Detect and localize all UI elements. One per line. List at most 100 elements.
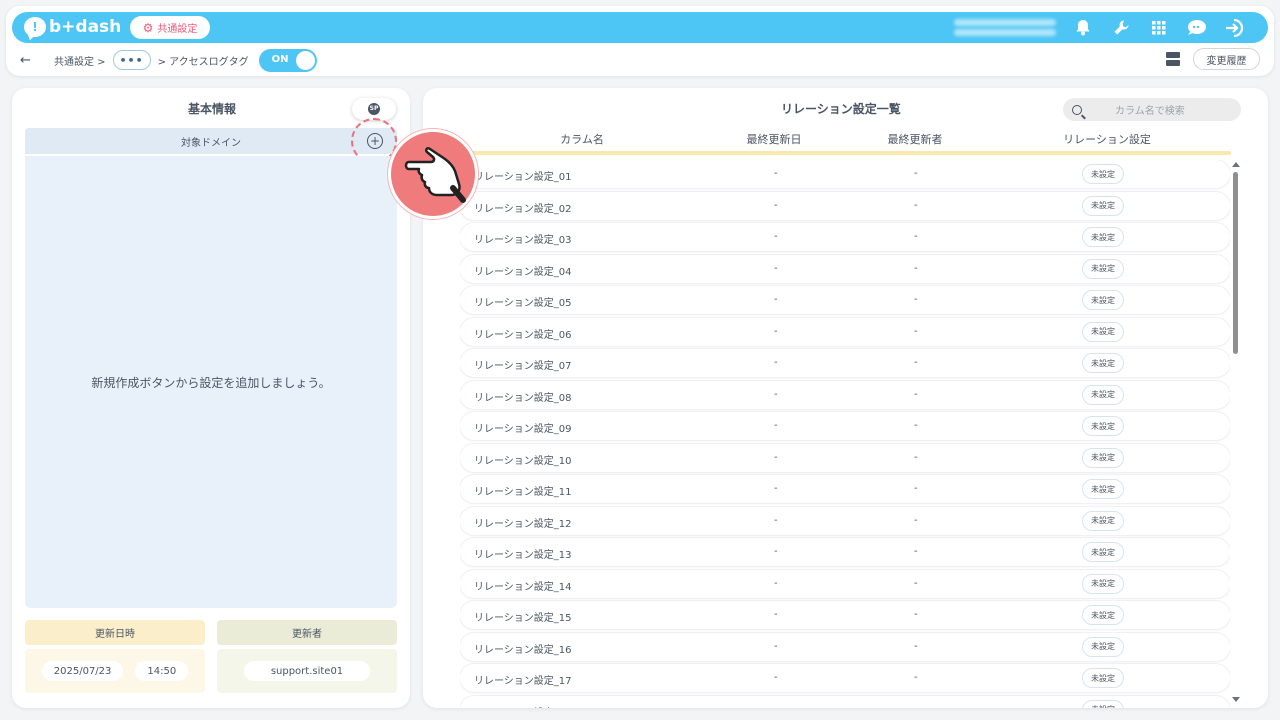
row-updated-date: - bbox=[774, 294, 778, 305]
bell-icon[interactable] bbox=[1064, 16, 1102, 39]
sp-preview-button[interactable]: SP bbox=[352, 98, 396, 120]
table-row[interactable]: リレーション設定_18 - - 未設定 bbox=[460, 695, 1230, 709]
updated-at-values: 2025/07/23 14:50 bbox=[25, 649, 205, 693]
breadcrumb-current: > アクセスログタグ bbox=[157, 56, 249, 68]
row-updated-date: - bbox=[774, 451, 778, 463]
target-domain-header: 対象ドメイン bbox=[25, 128, 397, 154]
updater-box: 更新者 support.site01 bbox=[217, 620, 397, 693]
table-row[interactable]: リレーション設定_08 - - 未設定 bbox=[460, 380, 1230, 409]
row-name: リレーション設定_18 bbox=[474, 704, 572, 709]
table-row[interactable]: リレーション設定_09 - - 未設定 bbox=[460, 412, 1230, 440]
relation-status-badge[interactable]: 未設定 bbox=[1082, 510, 1124, 531]
relation-status-badge[interactable]: 未設定 bbox=[1082, 384, 1124, 405]
add-domain-button[interactable]: + bbox=[367, 133, 383, 149]
row-updated-by: - bbox=[914, 199, 918, 211]
row-name: リレーション設定_12 bbox=[474, 518, 572, 530]
bdash-logo[interactable]: ! b+dash bbox=[24, 15, 121, 39]
user-info-blurred[interactable] bbox=[954, 16, 1056, 39]
column-search-input[interactable]: カラム名で検索 bbox=[1063, 98, 1241, 121]
relation-status-badge[interactable]: 未設定 bbox=[1082, 290, 1124, 310]
column-header-updated-date[interactable]: 最終更新日 bbox=[747, 131, 802, 147]
table-row[interactable]: リレーション設定_07 - - 未設定 bbox=[460, 349, 1230, 377]
relation-status-badge[interactable]: 未設定 bbox=[1082, 416, 1124, 436]
row-updated-by: - bbox=[914, 262, 918, 274]
chat-icon[interactable] bbox=[1178, 16, 1216, 39]
table-row[interactable]: リレーション設定_13 - - 未設定 bbox=[460, 538, 1230, 566]
header-icon-group bbox=[1064, 16, 1254, 39]
updater-label: 更新者 bbox=[217, 620, 397, 645]
grid-icon[interactable] bbox=[1140, 16, 1178, 39]
table-row[interactable]: リレーション設定_12 - - 未設定 bbox=[460, 506, 1230, 535]
server-icon[interactable] bbox=[1166, 52, 1180, 66]
row-updated-by: - bbox=[914, 388, 918, 400]
row-updated-date: - bbox=[774, 388, 778, 400]
row-name: リレーション設定_11 bbox=[474, 487, 572, 498]
row-updated-by: - bbox=[914, 294, 918, 305]
scroll-up-arrow-icon[interactable] bbox=[1232, 162, 1240, 167]
row-name: リレーション設定_08 bbox=[474, 392, 572, 404]
row-updated-date: - bbox=[774, 420, 778, 431]
updated-at-label: 更新日時 bbox=[25, 620, 205, 645]
column-header-name[interactable]: カラム名 bbox=[560, 131, 604, 147]
logo-text: b+dash bbox=[49, 17, 122, 37]
relation-status-badge[interactable]: 未設定 bbox=[1082, 447, 1124, 468]
relation-status-badge[interactable]: 未設定 bbox=[1082, 479, 1124, 499]
row-name: リレーション設定_15 bbox=[474, 613, 572, 624]
column-header-relation[interactable]: リレーション設定 bbox=[1063, 131, 1151, 147]
table-row[interactable]: リレーション設定_05 - - 未設定 bbox=[460, 286, 1230, 314]
table-row[interactable]: リレーション設定_10 - - 未設定 bbox=[460, 443, 1230, 472]
relation-status-badge[interactable]: 未設定 bbox=[1082, 636, 1124, 657]
table-row[interactable]: リレーション設定_15 - - 未設定 bbox=[460, 601, 1230, 629]
logo-bubble-icon: ! bbox=[24, 17, 46, 37]
relation-table-body: リレーション設定_01- - 未設定 リレーション設定_02- - 未設定 リレーション設定… bbox=[460, 160, 1230, 708]
table-row[interactable]: リレーション設定_06 - - 未設定 bbox=[460, 317, 1230, 346]
column-header-updated-by[interactable]: 最終更新者 bbox=[888, 131, 943, 147]
relation-status-badge[interactable]: 未設定 bbox=[1082, 668, 1124, 688]
row-updated-date: - bbox=[774, 640, 778, 652]
row-name: リレーション設定_06 bbox=[474, 329, 572, 341]
on-off-toggle[interactable]: ON bbox=[258, 48, 317, 72]
header-underline bbox=[461, 151, 1231, 155]
relation-status-badge[interactable]: 未設定 bbox=[1082, 353, 1124, 373]
table-row[interactable]: リレーション設定_17 - - 未設定 bbox=[460, 664, 1230, 692]
table-row[interactable]: リレーション設定_14 - - 未設定 bbox=[460, 569, 1230, 598]
breadcrumb-root[interactable]: 共通設定 > bbox=[54, 53, 106, 68]
table-row[interactable]: リレーション設定_04 - - 未設定 bbox=[460, 254, 1230, 283]
breadcrumb-bar: ← 共通設定 > ••• > アクセスログタグ ON 変更履歴 bbox=[20, 48, 1268, 72]
scrollbar[interactable] bbox=[1231, 160, 1243, 708]
row-updated-by: - bbox=[914, 672, 918, 683]
relation-status-badge[interactable]: 未設定 bbox=[1082, 258, 1124, 279]
scroll-thumb[interactable] bbox=[1233, 172, 1238, 354]
table-row[interactable]: リレーション設定_16 - - 未設定 bbox=[460, 632, 1230, 661]
pointing-hand-icon bbox=[388, 129, 478, 219]
row-updated-date: - bbox=[774, 325, 778, 337]
row-updated-by: - bbox=[914, 704, 918, 709]
relation-status-badge[interactable]: 未設定 bbox=[1082, 227, 1124, 247]
common-setting-pill[interactable]: ⚙ 共通設定 bbox=[130, 16, 210, 39]
table-row[interactable]: リレーション設定_02 - - 未設定 bbox=[460, 191, 1230, 220]
table-row[interactable]: リレーション設定_01 - - 未設定 bbox=[460, 160, 1230, 188]
relation-status-badge[interactable]: 未設定 bbox=[1082, 605, 1124, 625]
row-updated-by: - bbox=[914, 609, 918, 620]
relation-status-badge[interactable]: 未設定 bbox=[1082, 321, 1124, 342]
row-updated-date: - bbox=[774, 168, 778, 179]
relation-status-badge[interactable]: 未設定 bbox=[1082, 699, 1124, 708]
scroll-down-arrow-icon[interactable] bbox=[1232, 697, 1240, 702]
relation-status-badge[interactable]: 未設定 bbox=[1082, 542, 1124, 562]
row-name: リレーション設定_05 bbox=[474, 298, 572, 309]
table-row[interactable]: リレーション設定_11 - - 未設定 bbox=[460, 475, 1230, 503]
table-row[interactable]: リレーション設定_03 - - 未設定 bbox=[460, 223, 1230, 251]
relation-status-badge[interactable]: 未設定 bbox=[1082, 195, 1124, 216]
relation-status-badge[interactable]: 未設定 bbox=[1082, 573, 1124, 594]
wrench-icon[interactable] bbox=[1102, 16, 1140, 39]
breadcrumb-more-button[interactable]: ••• bbox=[112, 50, 151, 70]
basic-info-panel: 基本情報 SP 対象ドメイン + 新規作成ボタンから設定を追加しましょう。 更新… bbox=[12, 88, 410, 708]
relation-status-badge[interactable]: 未設定 bbox=[1082, 164, 1124, 184]
change-history-button[interactable]: 変更履歴 bbox=[1193, 48, 1260, 70]
back-arrow-icon[interactable]: ← bbox=[20, 53, 44, 68]
logout-icon[interactable] bbox=[1216, 16, 1254, 39]
row-name: リレーション設定_03 bbox=[474, 235, 572, 246]
row-updated-by: - bbox=[914, 514, 918, 526]
row-name: リレーション設定_14 bbox=[474, 581, 572, 593]
empty-message: 新規作成ボタンから設定を追加しましょう。 bbox=[91, 375, 331, 390]
